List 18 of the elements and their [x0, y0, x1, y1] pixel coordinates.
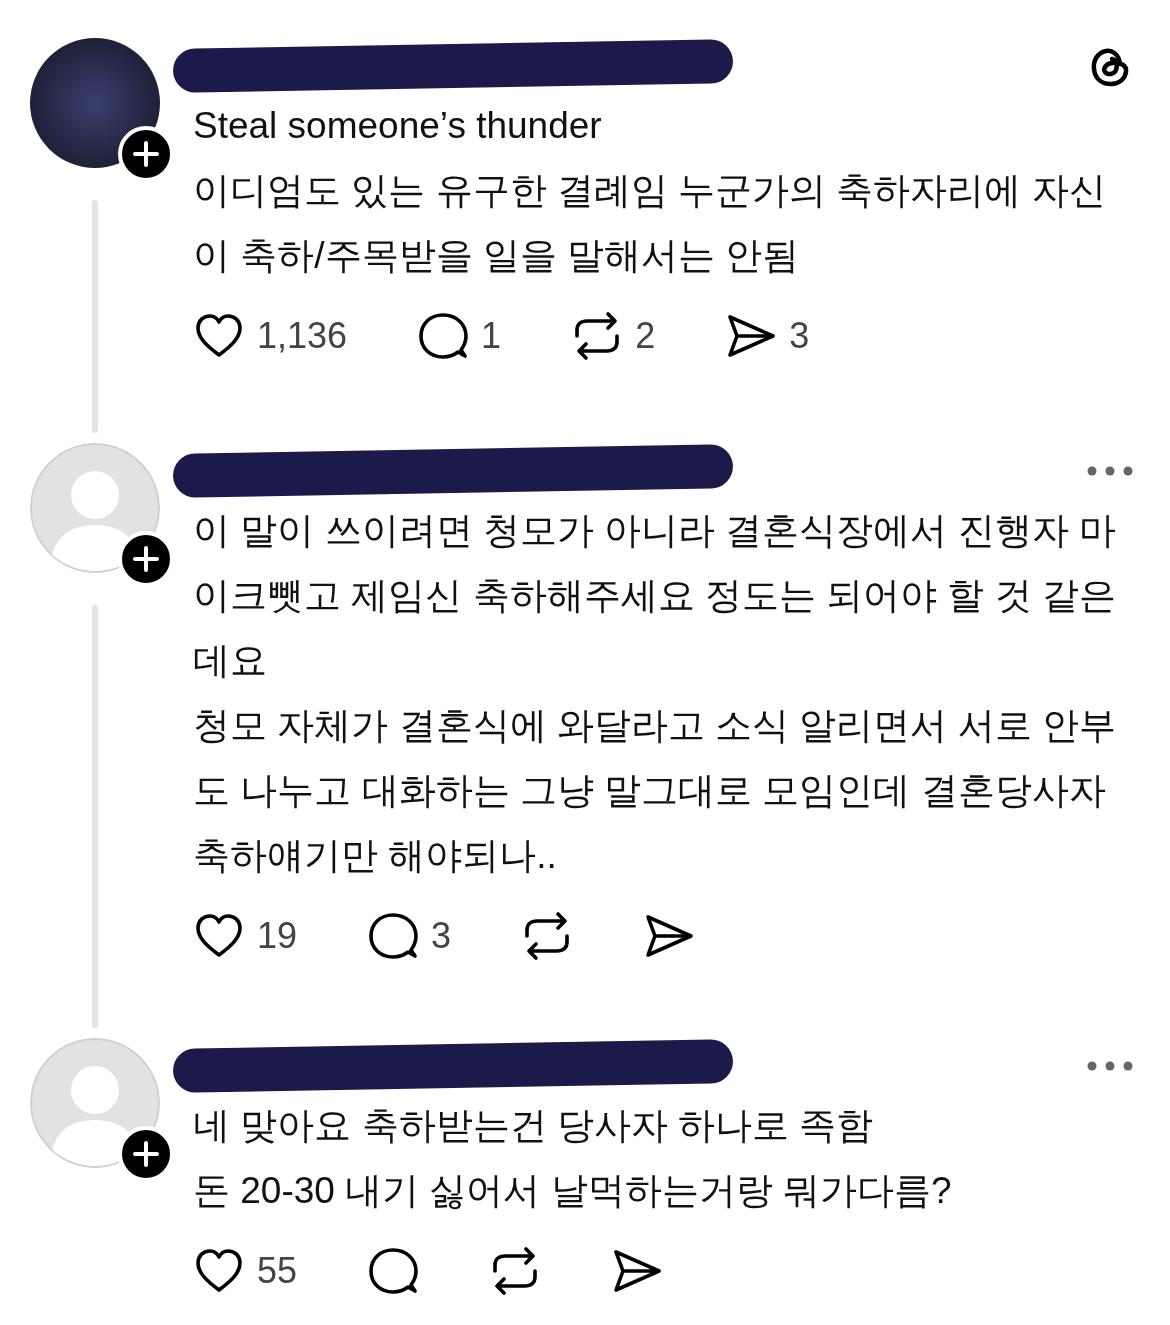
speech-bubble-icon[interactable] [367, 910, 420, 962]
action-count: 1 [481, 315, 502, 357]
action-count: 19 [257, 915, 298, 957]
more-options-icon[interactable] [1086, 464, 1134, 477]
post-text: 네 맞아요 축하받는건 당사자 하나로 족함 [193, 1104, 875, 1148]
action-count: 55 [257, 1250, 298, 1292]
action-count: 1,136 [257, 315, 348, 357]
action-count: 3 [431, 915, 452, 957]
action-count: 3 [789, 315, 810, 357]
speech-bubble-icon[interactable] [417, 310, 470, 362]
more-options-icon[interactable] [1086, 1059, 1134, 1072]
post-text: 이 말이 쓰이려면 청모가 아니라 결혼식장에서 진행자 마이크뺏고 제임신 축하해주세요 정도는 되어야 할 것 같은데요 [193, 509, 1117, 683]
post-text: 돈 20-30 내기 싫어서 날먹하는거랑 뭐가다름? [193, 1169, 953, 1213]
speech-bubble-icon[interactable] [367, 1245, 420, 1297]
post-text: 이디엄도 있는 유구한 결례임 누군가의 축하자리에 자신이 축하/주목받을 일을 말해서는 안됨 [193, 169, 1107, 278]
action-count: 2 [635, 315, 656, 357]
post-text: 청모 자체가 결혼식에 와달라고 소식 알리면서 서로 안부도 나누고 대화하는 그냥 말그대로 모임인데 결혼당사자 축하얘기만 해야되나.. [193, 704, 1117, 878]
post-title: Steal someone’s thunder [193, 104, 603, 148]
